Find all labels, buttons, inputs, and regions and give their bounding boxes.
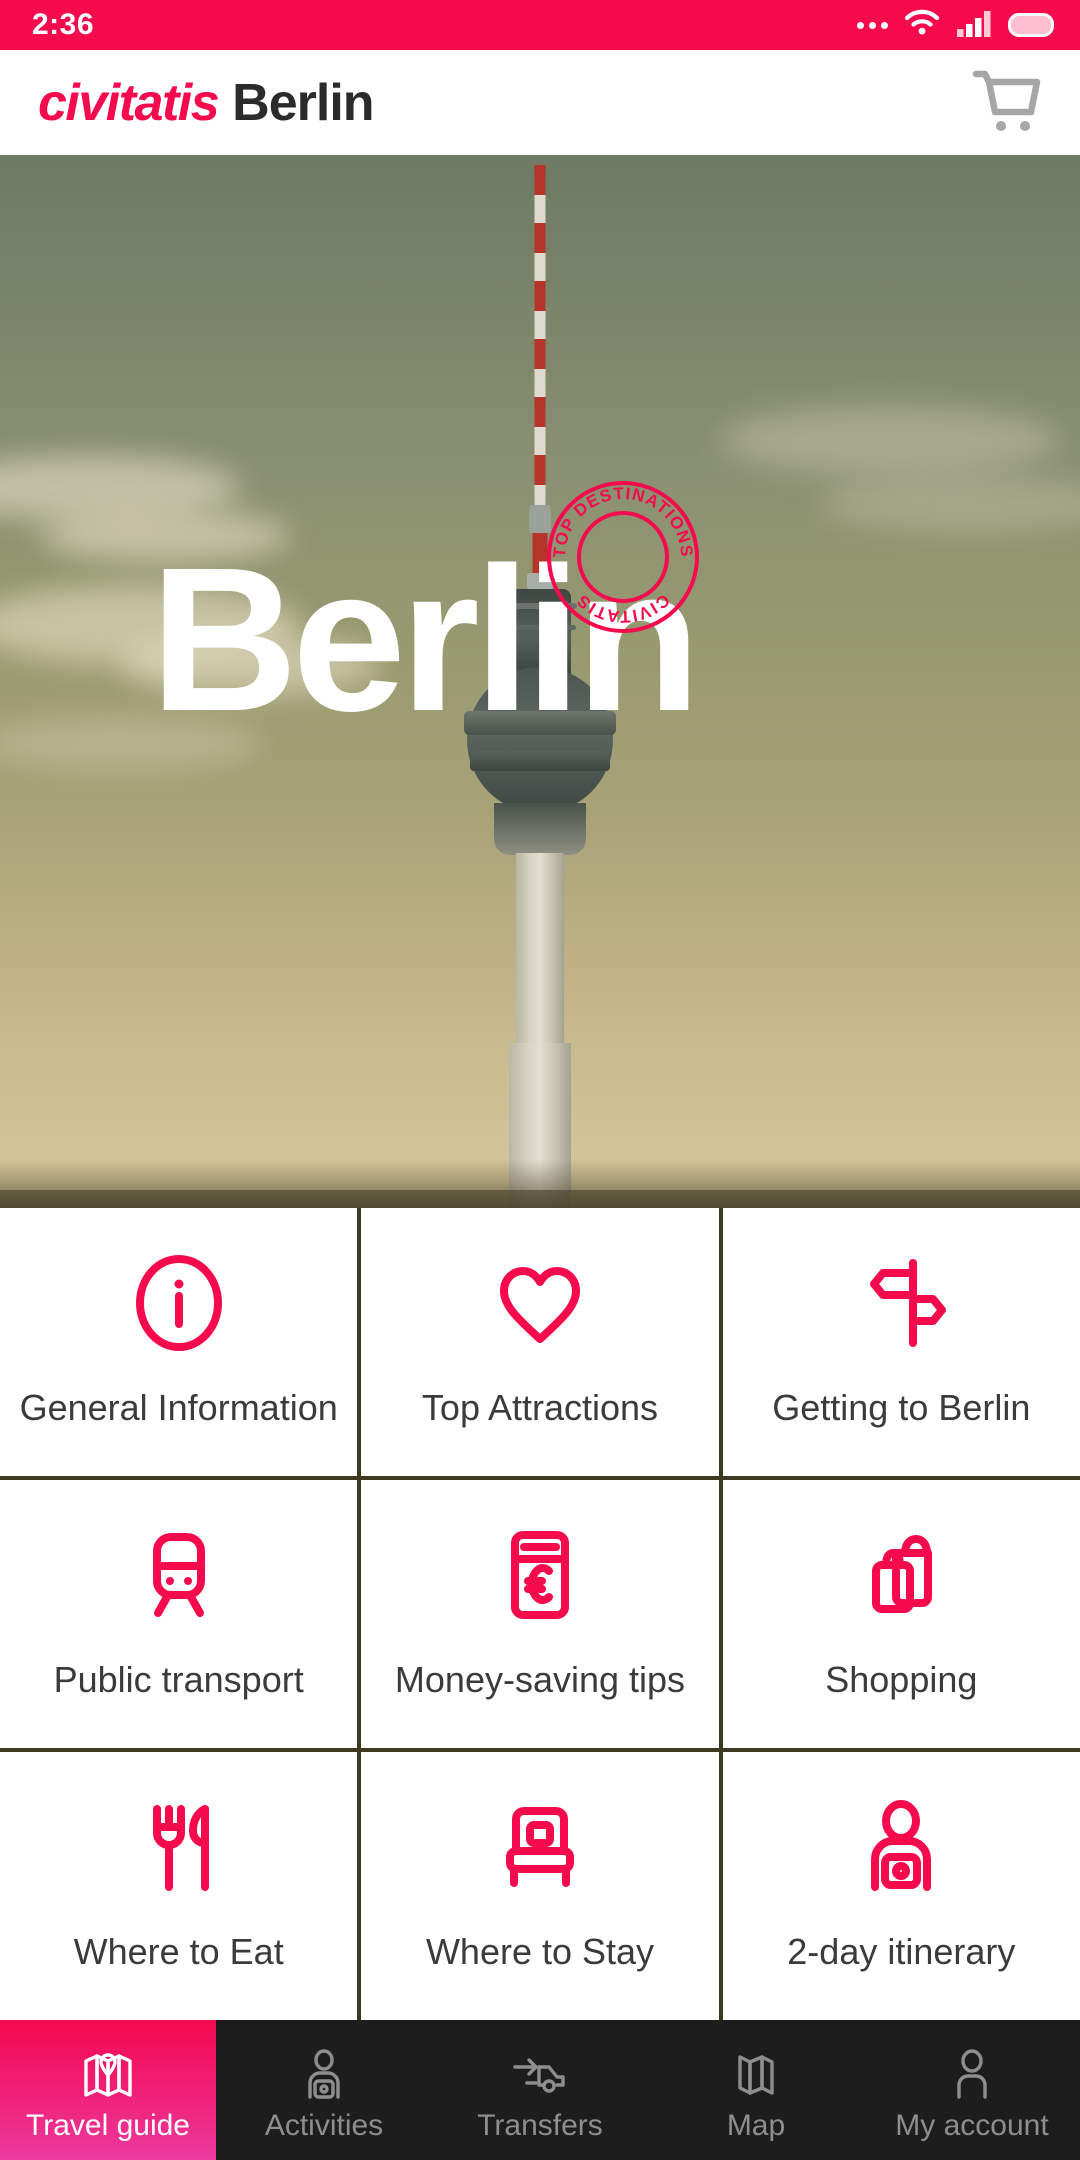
header-city-title: Berlin (232, 73, 374, 132)
tile-public-transport[interactable]: Public transport (0, 1480, 358, 1748)
status-bar: 2:36 (0, 0, 1080, 50)
tile-getting-to-berlin[interactable]: Getting to Berlin (722, 1208, 1080, 1476)
more-dots-icon (857, 21, 888, 29)
tile-label: Shopping (825, 1658, 978, 1700)
nav-item-activities[interactable]: Activities (216, 2020, 432, 2160)
nav-item-travel-guide[interactable]: Travel guide (0, 2020, 216, 2160)
svg-text:TOP DESTINATIONS: TOP DESTINATIONS (550, 484, 696, 559)
tile-where-to-stay[interactable]: Where to Stay (361, 1752, 719, 2020)
status-clock: 2:36 (32, 8, 95, 41)
folded-map-icon (80, 2045, 136, 2103)
signpost-icon (849, 1249, 953, 1357)
nav-label: Activities (264, 2109, 384, 2142)
nav-item-transfers[interactable]: Transfers (432, 2020, 648, 2160)
tile-where-to-eat[interactable]: Where to Eat (0, 1752, 358, 2020)
app-header: civitatis Berlin (0, 50, 1080, 155)
euro-banknote-icon (488, 1521, 592, 1629)
tile-top-attractions[interactable]: Top Attractions (361, 1208, 719, 1476)
tile-shopping[interactable]: Shopping (722, 1480, 1080, 1748)
status-icons (857, 8, 1054, 43)
brand-logo[interactable]: civitatis Berlin (38, 73, 375, 132)
person-icon (944, 2045, 1000, 2103)
tile-general-information[interactable]: General Information (0, 1208, 358, 1476)
tile-label: Top Attractions (421, 1386, 659, 1428)
map-icon (728, 2045, 784, 2103)
hero-banner[interactable]: Berlin TOP DESTINATIONS CIVITATIS (0, 155, 1080, 1208)
tile-label: Getting to Berlin (772, 1386, 1031, 1428)
brand-name: civitatis (38, 73, 220, 132)
nav-label: My account (895, 2109, 1049, 2142)
info-circle-icon (127, 1249, 231, 1357)
tile-label: Where to Eat (73, 1930, 284, 1972)
nav-item-my-account[interactable]: My account (864, 2020, 1080, 2160)
car-arrow-icon (510, 2045, 570, 2103)
bottom-navigation: Travel guide Activities Transfers Map My… (0, 2020, 1080, 2160)
top-destination-stamp: TOP DESTINATIONS CIVITATIS (543, 477, 703, 637)
tour-guide-icon (296, 2045, 352, 2103)
heart-icon (488, 1249, 592, 1357)
shopping-bags-icon (849, 1521, 953, 1629)
nav-item-map[interactable]: Map (648, 2020, 864, 2160)
stamp-top-text: TOP DESTINATIONS (550, 484, 695, 559)
app-screen: 2:36 civitatis Berlin Berlin TOP DESTINA… (0, 0, 1080, 2160)
battery-icon (1008, 13, 1054, 37)
shopping-cart-icon (968, 61, 1046, 144)
tile-label: Public transport (53, 1658, 304, 1700)
category-grid: General Information Top Attractions Gett… (0, 1208, 1080, 2020)
cart-button[interactable] (964, 60, 1050, 146)
tile-label: General Information (19, 1386, 338, 1428)
fork-knife-icon (127, 1793, 231, 1901)
nav-label: Map (726, 2109, 786, 2142)
nav-label: Travel guide (26, 2109, 190, 2142)
signal-icon (956, 8, 994, 43)
tile-money-saving-tips[interactable]: Money-saving tips (361, 1480, 719, 1748)
tile-label: Money-saving tips (394, 1658, 686, 1700)
train-icon (127, 1521, 231, 1629)
tile-2-day-itinerary[interactable]: 2-day itinerary (722, 1752, 1080, 2020)
tile-label: 2-day itinerary (787, 1930, 1016, 1972)
nav-label: Transfers (477, 2109, 603, 2142)
bed-icon (488, 1793, 592, 1901)
tile-label: Where to Stay (425, 1930, 655, 1972)
wifi-icon (902, 8, 942, 43)
tour-guide-icon (849, 1793, 953, 1901)
